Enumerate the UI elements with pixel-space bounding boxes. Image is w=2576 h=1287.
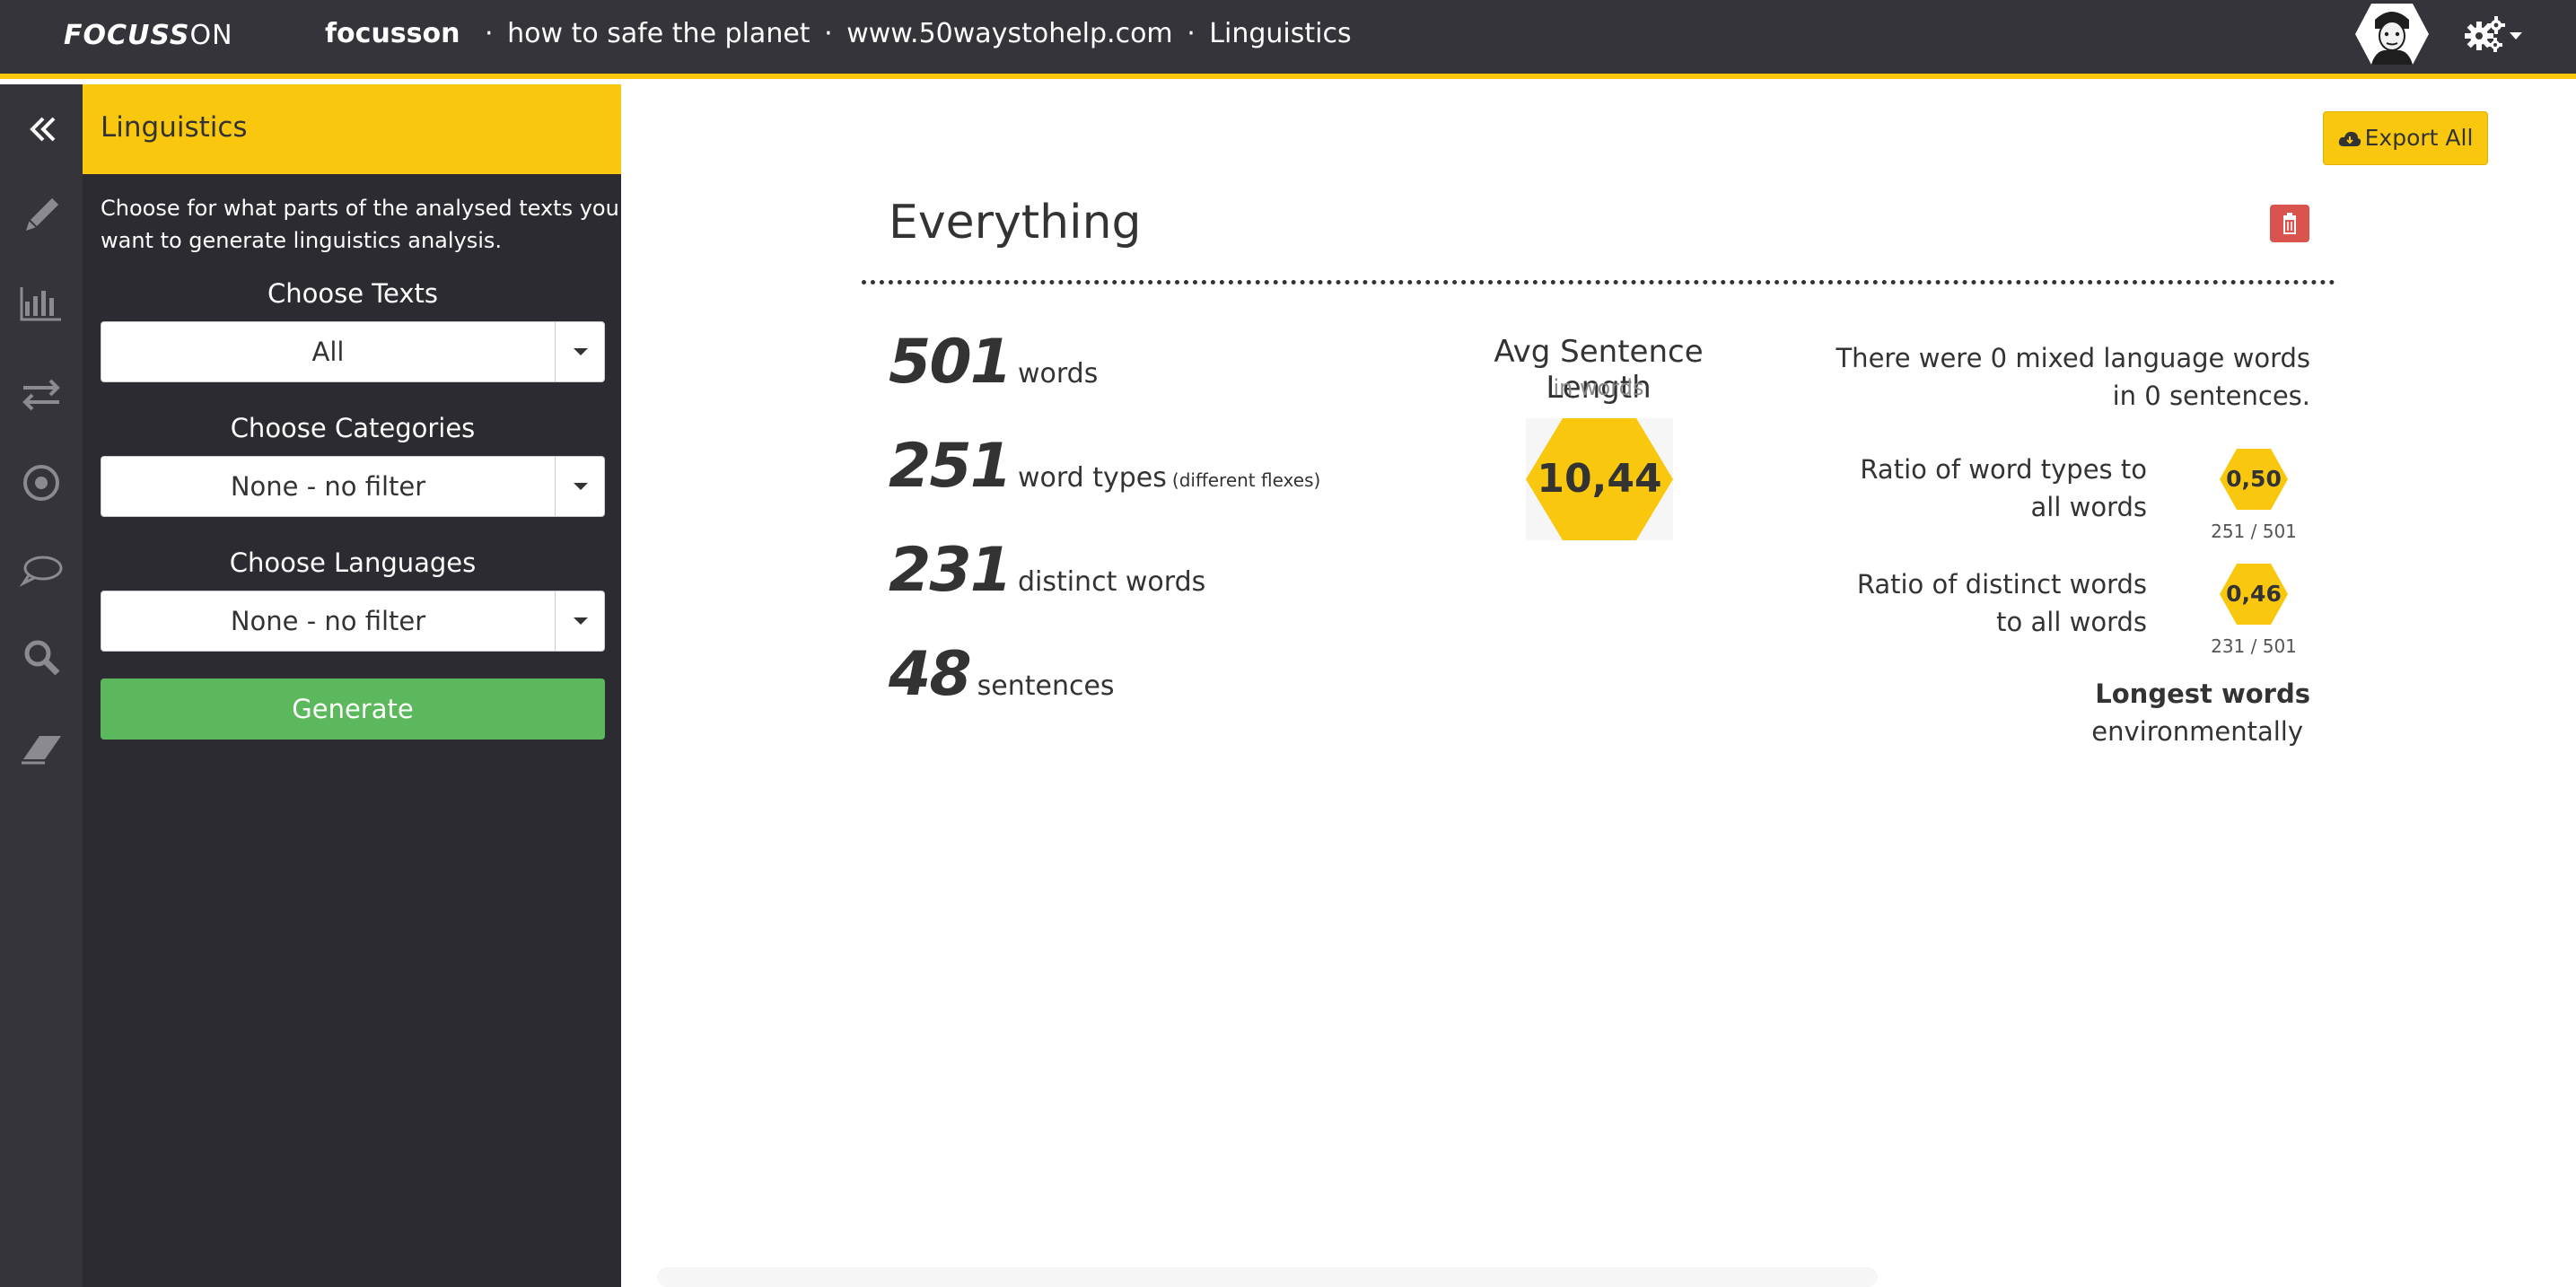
stat-label: word types — [1017, 462, 1167, 494]
choose-texts-select[interactable]: All — [101, 321, 605, 382]
cloud-download-icon — [2338, 131, 2361, 146]
stat-value: 251 — [889, 431, 1012, 502]
mixed-language-line1: There were 0 mixed language words — [1836, 343, 2310, 373]
settings-menu[interactable] — [2463, 14, 2526, 54]
export-all-label: Export All — [2364, 125, 2474, 151]
ratio-word-types-fraction: 251 / 501 — [2211, 521, 2297, 542]
stat-distinct-words: 231 distinct words — [889, 535, 1205, 606]
ratio-word-types-badge: 0,50 — [2220, 449, 2288, 510]
caret-down-icon[interactable] — [556, 457, 604, 516]
search-icon[interactable] — [13, 628, 70, 686]
panel-description: Choose for what parts of the analysed te… — [101, 196, 619, 253]
ratio-label-line2: all words — [2030, 492, 2148, 522]
panel-title: Linguistics — [101, 111, 248, 144]
ratio-label-line2: to all words — [1996, 607, 2147, 637]
ratio-distinct-words-value: 0,46 — [2226, 581, 2282, 607]
trash-icon — [2283, 213, 2296, 234]
longest-words-title: Longest words — [2095, 679, 2310, 709]
choose-categories-label: Choose Categories — [230, 413, 476, 443]
icon-rail — [0, 84, 83, 1287]
ratio-label-line1: Ratio of distinct words — [1856, 569, 2147, 600]
breadcrumb-separator: · — [485, 18, 494, 49]
choose-languages-label: Choose Languages — [229, 547, 477, 578]
avg-sentence-length-subtitle: in words — [1553, 375, 1644, 400]
export-all-button[interactable]: Export All — [2323, 111, 2488, 165]
bar-chart-icon[interactable] — [13, 275, 70, 332]
ratio-distinct-words-fraction: 231 / 501 — [2211, 635, 2297, 657]
caret-down-icon[interactable] — [556, 591, 604, 651]
user-avatar[interactable] — [2355, 2, 2429, 66]
choose-languages-select[interactable]: None - no filter — [101, 591, 605, 652]
top-bar: FOCUSSON focusson · how to safe the plan… — [0, 0, 2576, 79]
choose-texts-label: Choose Texts — [267, 278, 439, 309]
ratio-word-types-label: Ratio of word types to all words — [1806, 451, 2147, 526]
stat-value: 48 — [889, 639, 972, 710]
avg-sentence-length-value: 10,44 — [1537, 456, 1662, 502]
mixed-language-line2: in 0 sentences. — [2112, 381, 2310, 411]
panel-header: Linguistics — [83, 84, 621, 174]
choose-texts-value: All — [101, 322, 556, 381]
delete-button[interactable] — [2270, 205, 2309, 242]
linguistics-panel: Linguistics Choose for what parts of the… — [83, 84, 621, 1287]
breadcrumb-project[interactable]: how to safe the planet — [507, 18, 810, 49]
caret-down-icon — [2510, 32, 2522, 39]
avg-sentence-length-badge: 10,44 — [1526, 418, 1673, 540]
breadcrumb-app[interactable]: focusson — [325, 18, 460, 49]
stat-label: distinct words — [1017, 566, 1206, 598]
speech-bubble-icon[interactable] — [13, 542, 70, 600]
mixed-language-info: There were 0 mixed language words in 0 s… — [1806, 339, 2310, 415]
logo-text-light: ON — [189, 20, 233, 51]
collapse-chevrons-icon[interactable] — [13, 101, 70, 158]
stat-note: (different flexes) — [1171, 469, 1321, 491]
breadcrumb-page: Linguistics — [1209, 18, 1352, 49]
stat-value: 231 — [889, 535, 1012, 606]
stat-label: sentences — [977, 670, 1115, 702]
breadcrumb: focusson · how to safe the planet · www.… — [325, 18, 1352, 49]
settings-gear-icon — [2465, 16, 2522, 52]
choose-categories-select[interactable]: None - no filter — [101, 456, 605, 517]
arrows-exchange-icon[interactable] — [13, 366, 70, 424]
target-icon[interactable] — [13, 454, 70, 512]
logo-text-bold: FOCUSS — [64, 20, 190, 51]
caret-down-icon[interactable] — [556, 322, 604, 381]
bottom-shadow — [657, 1267, 1878, 1287]
ratio-distinct-words-badge: 0,46 — [2220, 564, 2288, 625]
stat-word-types: 251 word types (different flexes) — [889, 431, 1320, 502]
generate-button[interactable]: Generate — [101, 679, 605, 740]
focusson-logo[interactable]: FOCUSSON — [64, 20, 233, 51]
main-content: Export All Everything 501 words 251 word t… — [621, 84, 2576, 1287]
ratio-word-types-value: 0,50 — [2226, 466, 2282, 492]
longest-word: environmentally — [2091, 716, 2303, 747]
stat-words: 501 words — [889, 327, 1098, 398]
stat-value: 501 — [889, 327, 1012, 398]
ratio-label-line1: Ratio of word types to — [1860, 454, 2147, 485]
eraser-icon[interactable] — [13, 718, 70, 775]
choose-languages-value: None - no filter — [101, 591, 556, 651]
ratio-distinct-words-label: Ratio of distinct words to all words — [1806, 565, 2147, 641]
breadcrumb-separator: · — [1187, 18, 1196, 49]
stat-label: words — [1017, 358, 1099, 390]
pencil-icon[interactable] — [13, 187, 70, 244]
breadcrumb-separator: · — [824, 18, 833, 49]
stat-sentences: 48 sentences — [889, 639, 1115, 710]
choose-categories-value: None - no filter — [101, 457, 556, 516]
section-title: Everything — [889, 196, 1142, 250]
section-divider — [862, 280, 2335, 285]
breadcrumb-source[interactable]: www.50waystohelp.com — [846, 18, 1172, 49]
